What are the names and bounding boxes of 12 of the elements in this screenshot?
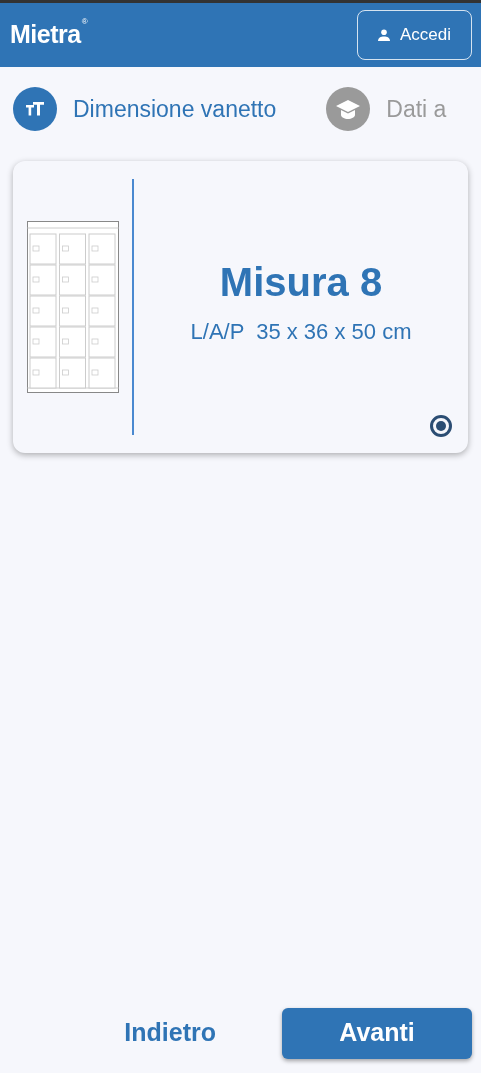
- registered-mark: ®: [81, 16, 88, 27]
- logo-text: Mietra: [10, 19, 81, 51]
- back-button[interactable]: Indietro: [124, 1014, 216, 1052]
- option-title: Misura 8: [219, 258, 383, 306]
- user-icon: [377, 29, 390, 41]
- step-label[interactable]: Dati a: [386, 91, 447, 127]
- option-card[interactable]: Misura 8 L/A/P 35 x 36 x 50 cm: [13, 161, 468, 453]
- step-label[interactable]: Dimensione vanetto: [73, 91, 277, 127]
- login-button[interactable]: Accedi: [356, 10, 472, 60]
- next-button[interactable]: Avanti: [282, 1007, 472, 1059]
- option-dimensions: L/A/P 35 x 36 x 50 cm: [190, 317, 412, 346]
- radio-button[interactable]: [430, 415, 452, 437]
